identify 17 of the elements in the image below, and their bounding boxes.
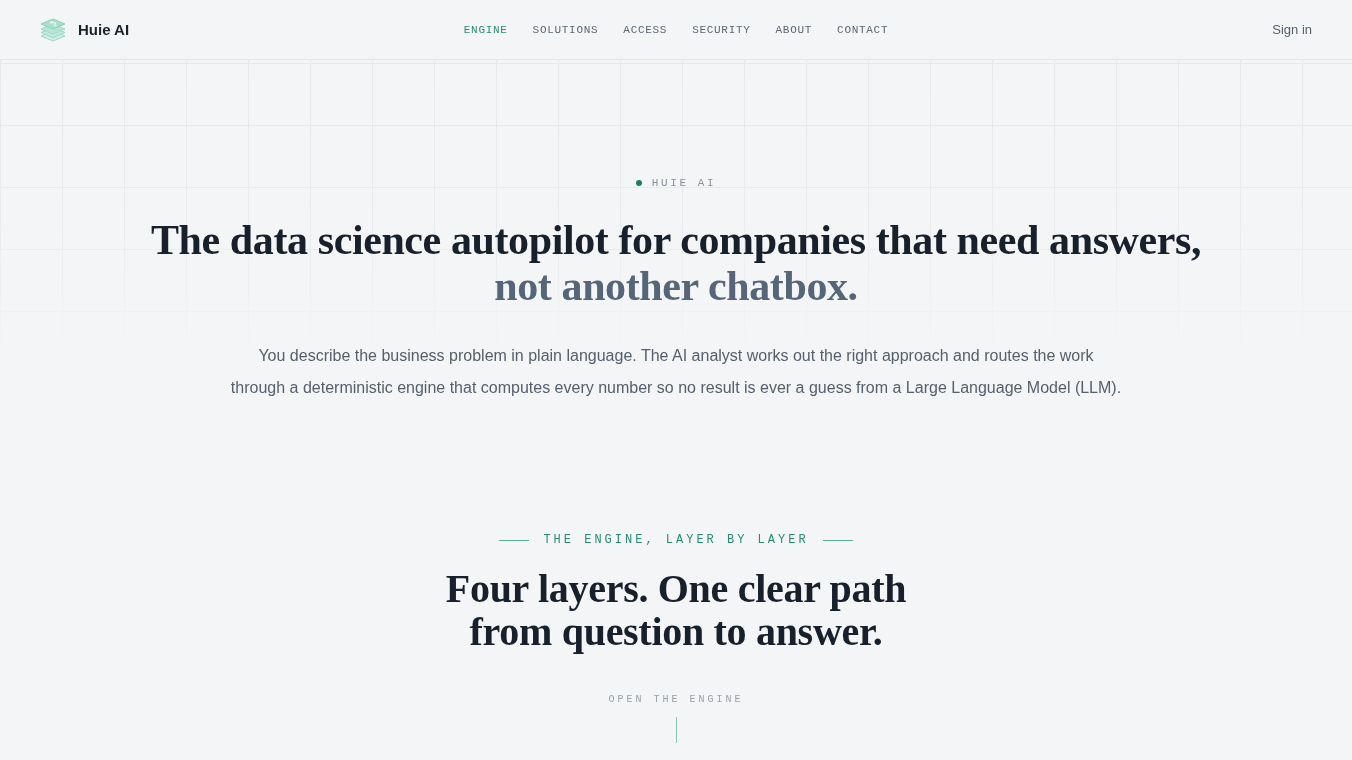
stacked-layers-logo-icon [40,17,66,42]
hero-headline: The data science autopilot for companies that need answers, [150,217,1202,263]
nav-link[interactable]: SOLUTIONS [532,23,599,36]
nav-link[interactable]: ACCESS [623,23,668,36]
hero-description: You describe the business problem in plain language. The AI analyst works out the right approach and routes the work through a deterministic engine that computes every number so no result is ever a guess from a Large Language Model (LLM). [229,346,1123,398]
status-dot-icon [635,180,642,186]
hero-headline-accent: not another chatbox. [494,263,858,309]
nav-link[interactable]: ENGINE [463,23,508,36]
sign-in-link[interactable]: Sign in [1272,22,1312,37]
nav-link[interactable]: SECURITY [692,23,751,36]
scroll-indicator-line [675,717,677,743]
nav-link[interactable]: CONTACT [837,23,889,36]
brand-name[interactable]: Huie AI [78,21,130,38]
nav-link[interactable]: ABOUT [775,23,813,36]
section-eyebrow: THE ENGINE, LAYER BY LAYER [543,532,809,548]
section-heading: Four layers. One clear path from question to answer. [444,567,908,653]
hero-eyebrow: HUIE AI [651,176,717,190]
